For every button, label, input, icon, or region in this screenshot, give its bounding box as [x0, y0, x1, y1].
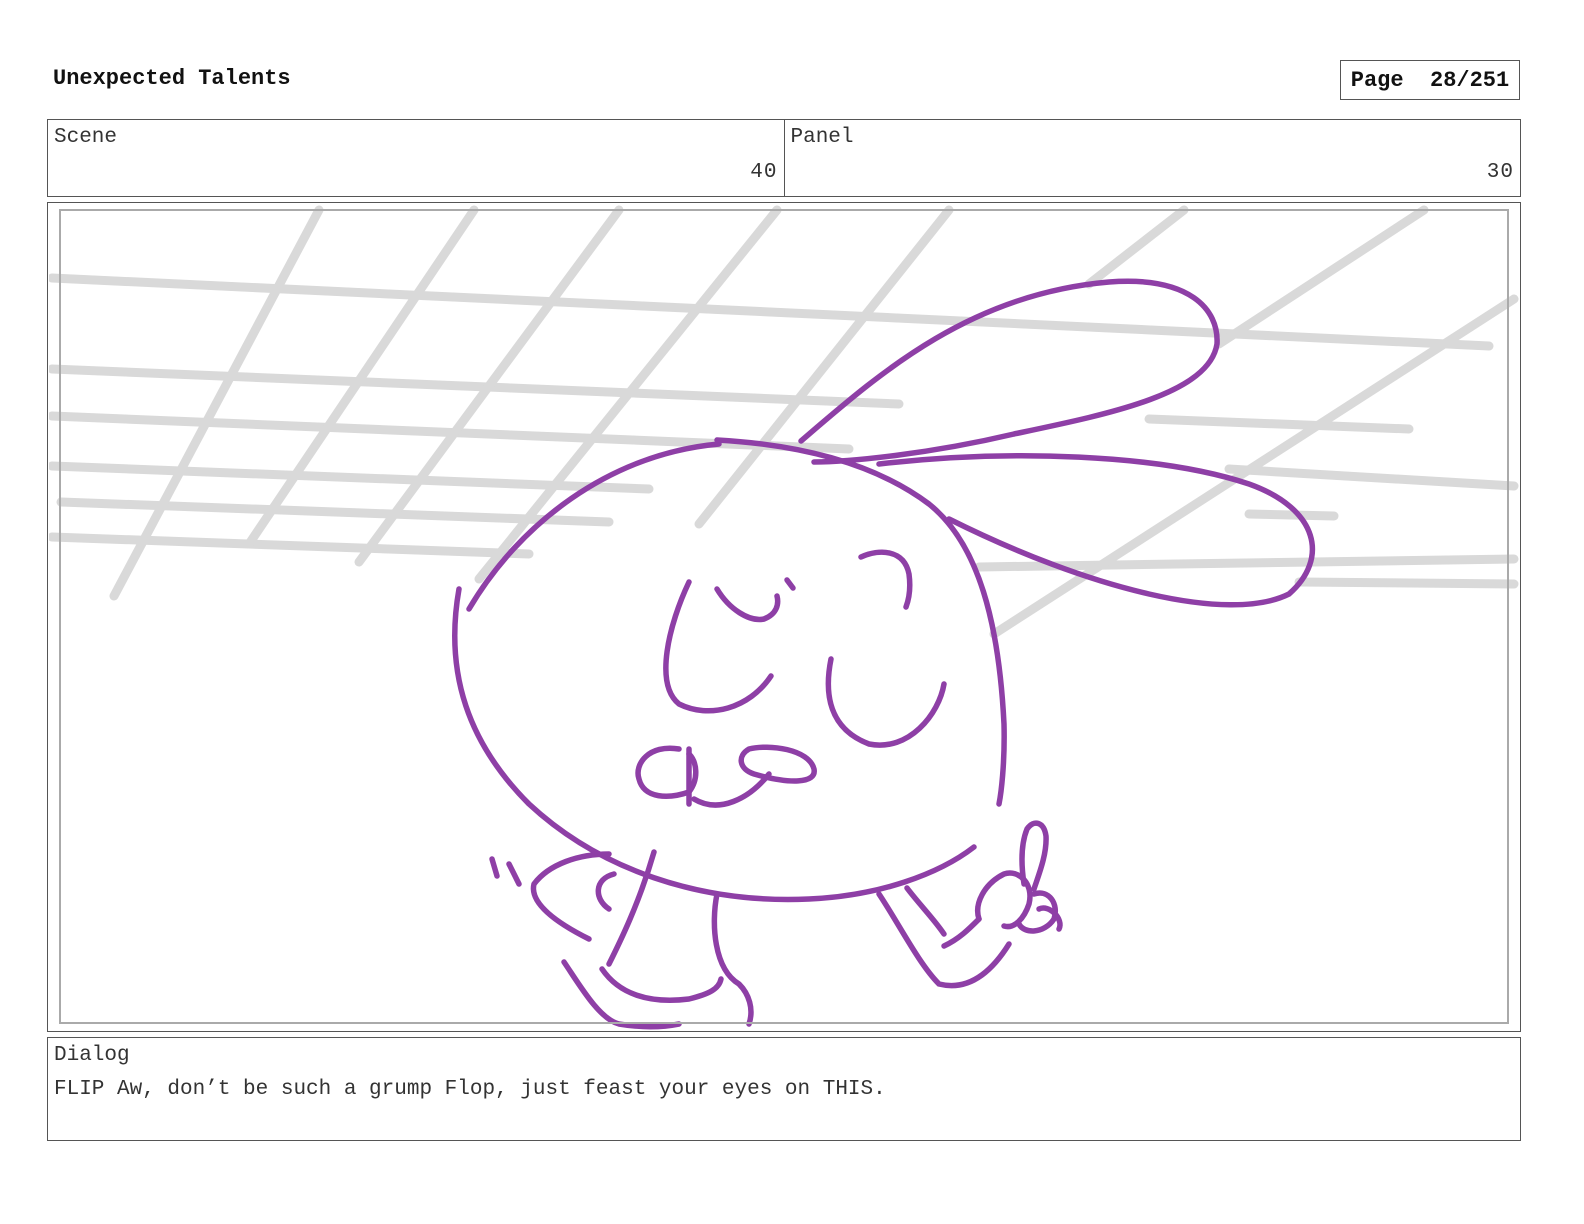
page-number: 28/251 — [1430, 67, 1510, 93]
scene-number: 40 — [750, 161, 778, 184]
panel-label: Panel — [790, 126, 854, 149]
panel-number: 30 — [1486, 161, 1514, 184]
scene-label: Scene — [54, 126, 118, 149]
page-indicator: Page 28/251 — [1340, 60, 1520, 100]
page-label: Page — [1350, 67, 1404, 93]
panel-inner-frame — [59, 209, 1509, 1024]
dialog-text: FLIP Aw, don’t be such a grump Flop, jus… — [54, 1078, 886, 1101]
dialog-label: Dialog — [54, 1044, 130, 1067]
panel-cell: Panel 30 — [783, 120, 1521, 196]
scene-cell: Scene 40 — [48, 120, 784, 196]
scene-panel-row: Scene 40 Panel 30 — [47, 119, 1521, 197]
storyboard-title: Unexpected Talents — [53, 66, 291, 91]
dialog-box: Dialog FLIP Aw, don’t be such a grump Fl… — [47, 1037, 1521, 1141]
